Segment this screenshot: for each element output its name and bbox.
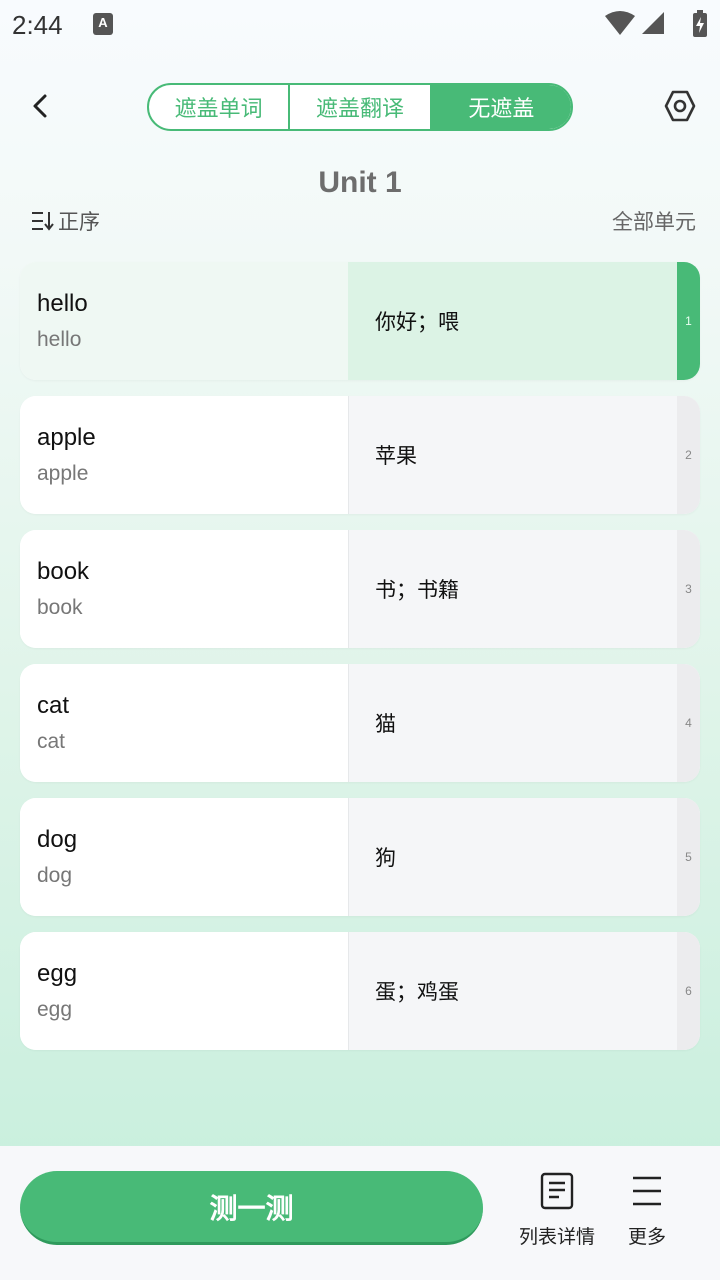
word-subtext: dog xyxy=(37,864,73,887)
word-index: 4 xyxy=(677,664,700,782)
segment-cover-word[interactable]: 遮盖单词 xyxy=(149,85,291,129)
word-list: hello hello 你好；喂 1 apple apple 苹果 2 book… xyxy=(20,262,700,1066)
more-button[interactable]: 更多 xyxy=(619,1172,675,1249)
word-left-panel: egg egg xyxy=(20,932,348,1050)
menu-lines-icon xyxy=(633,1176,661,1206)
segment-no-cover[interactable]: 无遮盖 xyxy=(431,85,571,129)
word-subtext: hello xyxy=(37,328,82,351)
word-text: apple xyxy=(37,424,96,451)
word-card[interactable]: book book 书；书籍 3 xyxy=(20,530,700,648)
back-arrow-icon[interactable] xyxy=(22,88,58,124)
word-subtext: egg xyxy=(37,998,73,1021)
word-text: egg xyxy=(37,960,78,987)
list-detail-button[interactable]: 列表详情 xyxy=(515,1172,599,1249)
sort-icon xyxy=(32,212,54,231)
word-left-panel: cat cat xyxy=(20,664,348,782)
word-left-panel: hello hello xyxy=(20,262,348,380)
word-index: 2 xyxy=(677,396,700,514)
sort-order-button[interactable]: 正序 xyxy=(30,206,100,236)
segment-cover-translation[interactable]: 遮盖翻译 xyxy=(290,85,432,129)
word-index: 5 xyxy=(677,798,700,916)
wifi-icon xyxy=(605,11,635,35)
word-translation: 猫 xyxy=(348,664,677,782)
cellular-signal-icon xyxy=(642,12,664,34)
document-list-icon xyxy=(540,1172,574,1210)
status-time: 2:44 xyxy=(12,10,63,40)
word-card[interactable]: apple apple 苹果 2 xyxy=(20,396,700,514)
all-units-button[interactable]: 全部单元 xyxy=(612,206,696,236)
word-index: 3 xyxy=(677,530,700,648)
status-bar: 2:44 A xyxy=(0,0,720,50)
word-text: hello xyxy=(37,290,88,317)
word-subtext: book xyxy=(37,596,83,619)
word-translation: 苹果 xyxy=(348,396,677,514)
battery-charging-icon xyxy=(693,10,707,37)
list-detail-label: 列表详情 xyxy=(518,1226,595,1248)
bottom-bar: 测一测 列表详情 更多 xyxy=(0,1146,720,1280)
word-subtext: cat xyxy=(37,730,66,753)
word-left-panel: apple apple xyxy=(20,396,348,514)
top-bar: 遮盖单词 遮盖翻译 无遮盖 xyxy=(0,80,720,134)
word-subtext: apple xyxy=(37,462,89,485)
unit-title: Unit 1 xyxy=(318,166,402,199)
word-translation: 书；书籍 xyxy=(348,530,677,648)
word-text: book xyxy=(37,558,90,585)
word-text: dog xyxy=(37,826,78,853)
more-label: 更多 xyxy=(627,1226,666,1248)
word-translation: 狗 xyxy=(348,798,677,916)
notification-app-icon: A xyxy=(93,13,113,35)
word-index: 1 xyxy=(677,262,700,380)
cover-mode-segmented-control: 遮盖单词 遮盖翻译 无遮盖 xyxy=(147,83,573,131)
word-left-panel: book book xyxy=(20,530,348,648)
word-left-panel: dog dog xyxy=(20,798,348,916)
word-card[interactable]: egg egg 蛋；鸡蛋 6 xyxy=(20,932,700,1050)
word-card[interactable]: dog dog 狗 5 xyxy=(20,798,700,916)
settings-hexagon-icon[interactable] xyxy=(662,88,698,124)
sort-order-label: 正序 xyxy=(58,210,100,234)
word-index: 6 xyxy=(677,932,700,1050)
word-translation: 蛋；鸡蛋 xyxy=(348,932,677,1050)
test-button[interactable]: 测一测 xyxy=(20,1171,483,1245)
word-card[interactable]: cat cat 猫 4 xyxy=(20,664,700,782)
word-card[interactable]: hello hello 你好；喂 1 xyxy=(20,262,700,380)
word-text: cat xyxy=(37,692,70,719)
word-translation: 你好；喂 xyxy=(348,262,677,380)
